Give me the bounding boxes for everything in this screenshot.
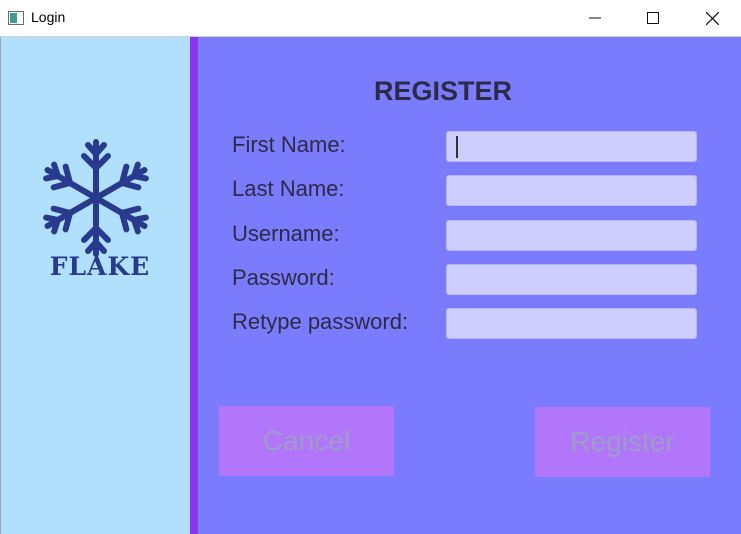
first-name-field[interactable] — [446, 131, 697, 162]
first-name-label: First Name: — [232, 132, 346, 157]
close-icon — [705, 11, 719, 25]
register-button[interactable]: Register — [535, 407, 710, 477]
minimize-icon — [589, 12, 601, 24]
maximize-icon — [647, 12, 659, 24]
minimize-button[interactable] — [566, 0, 624, 36]
brand-sidebar — [0, 37, 190, 534]
close-button[interactable] — [683, 0, 741, 36]
maximize-button[interactable] — [624, 0, 682, 36]
brand-name: FLAKE — [49, 252, 151, 281]
username-label: Username: — [232, 221, 340, 246]
retype-password-label: Retype password: — [232, 309, 409, 334]
cancel-button[interactable]: Cancel — [219, 406, 394, 476]
last-name-label: Last Name: — [232, 176, 345, 201]
text-caret — [456, 136, 458, 158]
username-field[interactable] — [446, 220, 697, 251]
password-label: Password: — [232, 265, 335, 290]
window-title: Login — [31, 9, 66, 25]
window-titlebar: Login — [0, 0, 741, 37]
snowflake-icon — [33, 136, 159, 260]
form-title: REGISTER — [373, 76, 513, 106]
password-field[interactable] — [446, 264, 697, 295]
app-icon — [8, 10, 24, 25]
retype-password-field[interactable] — [446, 308, 697, 339]
last-name-field[interactable] — [446, 175, 697, 206]
panel-divider — [190, 37, 198, 534]
register-panel: REGISTER First Name: Last Name: Username… — [198, 37, 741, 534]
